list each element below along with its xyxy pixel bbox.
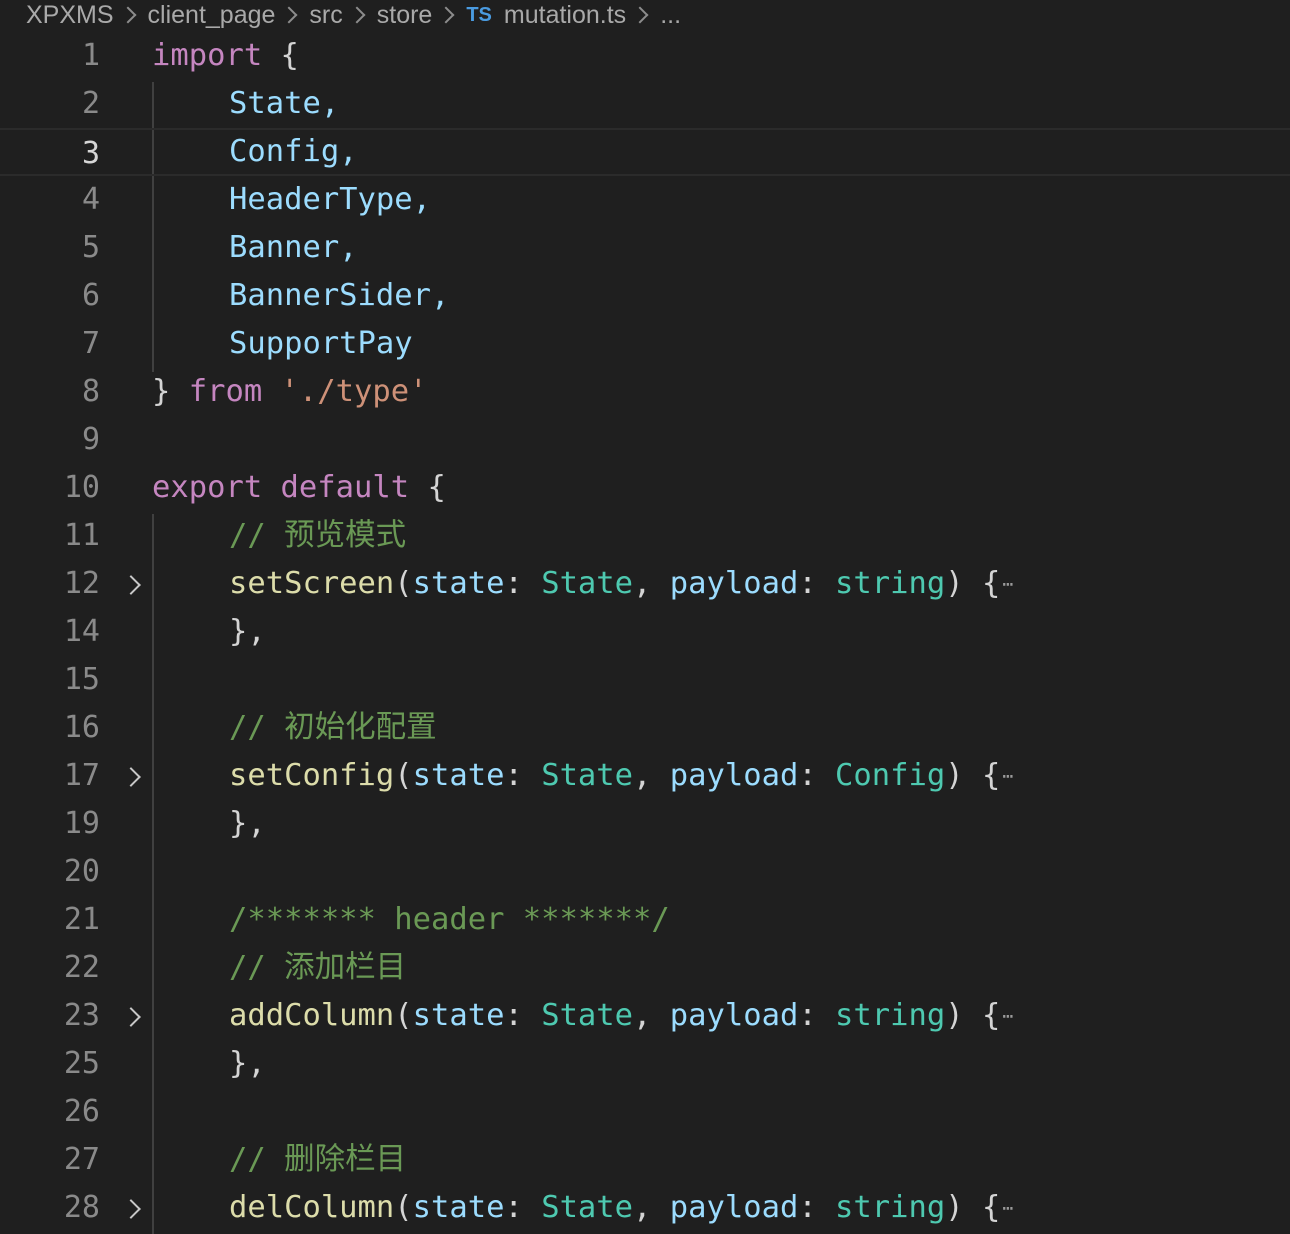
chevron-right-icon xyxy=(119,6,137,24)
line-number: 2 xyxy=(81,86,100,121)
code-line[interactable]: 7 SupportPay xyxy=(0,320,1290,368)
code-comment: // 添加栏目 xyxy=(229,950,407,985)
breadcrumb-item-workspace[interactable]: XPXMS xyxy=(26,1,114,30)
code-line[interactable]: 20 xyxy=(0,848,1290,896)
fold-chevron-icon[interactable] xyxy=(121,575,141,595)
code-line[interactable]: 28 delColumn(state: State, payload: stri… xyxy=(0,1184,1290,1232)
code-line[interactable]: 19 }, xyxy=(0,800,1290,848)
code-line[interactable]: 22 // 添加栏目 xyxy=(0,944,1290,992)
folded-ellipsis-icon[interactable]: ⋯ xyxy=(1002,1198,1013,1219)
line-number: 15 xyxy=(63,662,100,697)
line-number: 6 xyxy=(81,278,100,313)
line-number: 28 xyxy=(63,1190,100,1225)
code-line[interactable]: 16 // 初始化配置 xyxy=(0,704,1290,752)
line-number: 5 xyxy=(81,230,100,265)
fold-chevron-icon[interactable] xyxy=(121,767,141,787)
code-line[interactable]: 14 }, xyxy=(0,608,1290,656)
line-number: 20 xyxy=(63,854,100,889)
line-number: 7 xyxy=(81,326,100,361)
line-number: 1 xyxy=(81,38,100,73)
code-line[interactable]: 27 // 删除栏目 xyxy=(0,1136,1290,1184)
folded-ellipsis-icon[interactable]: ⋯ xyxy=(1002,766,1013,787)
line-number: 23 xyxy=(63,998,100,1033)
code-text: setScreen(state: State, payload: string)… xyxy=(229,566,1014,601)
code-line[interactable]: 8 } from './type' xyxy=(0,368,1290,416)
line-number: 17 xyxy=(63,758,100,793)
code-comment: /******* header *******/ xyxy=(229,902,670,937)
code-line[interactable]: 17 setConfig(state: State, payload: Conf… xyxy=(0,752,1290,800)
line-number: 4 xyxy=(81,182,100,217)
line-number: 14 xyxy=(63,614,100,649)
breadcrumb-item-client-page[interactable]: client_page xyxy=(148,1,276,30)
line-number: 8 xyxy=(81,374,100,409)
chevron-right-icon xyxy=(437,6,455,24)
line-number: 9 xyxy=(81,422,100,457)
code-text: } from './type' xyxy=(152,374,428,409)
line-number: 10 xyxy=(63,470,100,505)
code-line[interactable]: 15 xyxy=(0,656,1290,704)
code-line[interactable]: 1 import { xyxy=(0,32,1290,80)
code-text: }, xyxy=(229,1046,266,1081)
code-line[interactable]: 11 // 预览模式 xyxy=(0,512,1290,560)
code-line[interactable]: 25 }, xyxy=(0,1040,1290,1088)
line-number: 16 xyxy=(63,710,100,745)
line-number: 3 xyxy=(81,136,100,171)
code-text: Banner, xyxy=(229,230,358,265)
code-comment: // 初始化配置 xyxy=(229,710,437,745)
code-line[interactable]: 6 BannerSider, xyxy=(0,272,1290,320)
code-line[interactable]: 21 /******* header *******/ xyxy=(0,896,1290,944)
code-line[interactable]: 9 xyxy=(0,416,1290,464)
code-text: setConfig(state: State, payload: Config)… xyxy=(229,758,1014,793)
code-text: SupportPay xyxy=(229,326,413,361)
line-number: 12 xyxy=(63,566,100,601)
code-text: Config, xyxy=(229,134,358,169)
line-number: 27 xyxy=(63,1142,100,1177)
chevron-right-icon xyxy=(631,6,649,24)
code-text: State, xyxy=(229,86,340,121)
code-line[interactable]: 5 Banner, xyxy=(0,224,1290,272)
folded-ellipsis-icon[interactable]: ⋯ xyxy=(1002,1006,1013,1027)
code-text: }, xyxy=(229,614,266,649)
code-line-current[interactable]: 3 Config, xyxy=(0,128,1290,176)
code-line[interactable]: 12 setScreen(state: State, payload: stri… xyxy=(0,560,1290,608)
chevron-right-icon xyxy=(280,6,298,24)
code-line[interactable]: 10 export default { xyxy=(0,464,1290,512)
breadcrumb-item-symbols[interactable]: ... xyxy=(660,1,681,30)
line-number: 11 xyxy=(63,518,100,553)
code-text: BannerSider, xyxy=(229,278,450,313)
code-line[interactable]: 2 State, xyxy=(0,80,1290,128)
typescript-file-icon: TS xyxy=(466,3,492,26)
code-line[interactable]: 23 addColumn(state: State, payload: stri… xyxy=(0,992,1290,1040)
folded-ellipsis-icon[interactable]: ⋯ xyxy=(1002,574,1013,595)
code-comment: // 预览模式 xyxy=(229,518,407,553)
code-text: import { xyxy=(152,38,299,73)
code-line[interactable]: 26 xyxy=(0,1088,1290,1136)
code-line[interactable]: 4 HeaderType, xyxy=(0,176,1290,224)
code-text: export default { xyxy=(152,470,446,505)
line-number: 22 xyxy=(63,950,100,985)
breadcrumb-item-store[interactable]: store xyxy=(377,1,433,30)
chevron-right-icon xyxy=(348,6,366,24)
breadcrumb: XPXMS client_page src store TS mutation.… xyxy=(26,0,681,30)
breadcrumb-item-src[interactable]: src xyxy=(309,1,342,30)
breadcrumb-item-file[interactable]: mutation.ts xyxy=(504,1,626,30)
code-comment: // 删除栏目 xyxy=(229,1142,407,1177)
fold-chevron-icon[interactable] xyxy=(121,1007,141,1027)
code-text: }, xyxy=(229,806,266,841)
line-number: 19 xyxy=(63,806,100,841)
line-number: 26 xyxy=(63,1094,100,1129)
line-number: 21 xyxy=(63,902,100,937)
code-editor[interactable]: 1 import { 2 State, 3 Config, 4 HeaderTy… xyxy=(0,32,1290,1234)
code-text: HeaderType, xyxy=(229,182,431,217)
code-text: addColumn(state: State, payload: string)… xyxy=(229,998,1014,1033)
line-number: 25 xyxy=(63,1046,100,1081)
code-text: delColumn(state: State, payload: string)… xyxy=(229,1190,1014,1225)
